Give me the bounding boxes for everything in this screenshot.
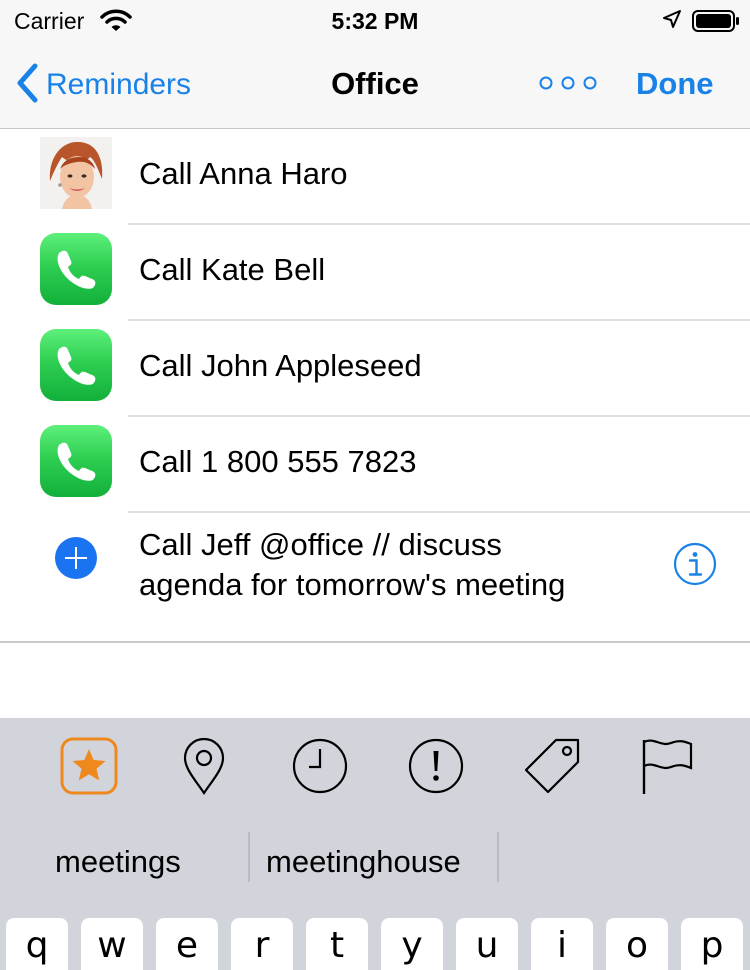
- key-i[interactable]: i: [531, 918, 593, 970]
- chevron-left-icon: [16, 63, 38, 108]
- key-y[interactable]: y: [381, 918, 443, 970]
- reminder-title: Call Kate Bell: [139, 252, 326, 287]
- key-t[interactable]: t: [306, 918, 368, 970]
- flag-icon[interactable]: [636, 736, 696, 796]
- back-button[interactable]: Reminders: [16, 63, 192, 108]
- suggestion-item[interactable]: meetinghouse: [266, 844, 461, 880]
- reminder-title: Call John Appleseed: [139, 348, 422, 383]
- key-u[interactable]: u: [456, 918, 518, 970]
- keyboard: q w e r t y u i o p: [0, 900, 750, 970]
- new-reminder-row: Call Jeff @office // discuss agenda for …: [0, 513, 750, 643]
- suggestion-divider: [497, 832, 499, 882]
- quicktype-suggestions: meetings meetinghouse: [0, 818, 750, 900]
- new-reminder-text-line: Call Jeff @office // discuss: [139, 527, 502, 562]
- navigation-bar: Reminders Office Done: [0, 40, 750, 129]
- new-reminder-text-field[interactable]: Call Jeff @office // discuss agenda for …: [139, 525, 659, 605]
- reminder-row[interactable]: Call Kate Bell: [0, 225, 750, 321]
- location-arrow-icon: [662, 9, 682, 34]
- avatar: [40, 137, 112, 209]
- quick-toolbar: [0, 718, 750, 818]
- suggestion-divider: [248, 832, 250, 882]
- row-divider: [0, 641, 750, 643]
- tag-icon[interactable]: [522, 736, 582, 796]
- info-button[interactable]: [672, 541, 718, 592]
- reminder-title: Call Anna Haro: [139, 156, 348, 191]
- reminder-row[interactable]: Call John Appleseed: [0, 321, 750, 417]
- status-bar: Carrier 5:32 PM: [0, 0, 750, 40]
- reminder-row[interactable]: Call 1 800 555 7823: [0, 417, 750, 513]
- reminder-title: Call 1 800 555 7823: [139, 444, 417, 479]
- key-q[interactable]: q: [6, 918, 68, 970]
- phone-icon: [40, 233, 112, 305]
- more-options-button[interactable]: [536, 70, 600, 101]
- phone-icon: [40, 425, 112, 497]
- location-pin-icon[interactable]: [174, 736, 234, 796]
- battery-icon: [692, 10, 740, 37]
- reminders-list: Call Anna Haro Call Kate Bell Call John …: [0, 129, 750, 643]
- new-reminder-text-line: agenda for tomorrow's meeting: [139, 567, 566, 602]
- add-reminder-button[interactable]: [55, 537, 97, 579]
- clock-icon[interactable]: [290, 736, 350, 796]
- key-o[interactable]: o: [606, 918, 668, 970]
- key-e[interactable]: e: [156, 918, 218, 970]
- star-icon[interactable]: [59, 736, 119, 796]
- key-p[interactable]: p: [681, 918, 743, 970]
- done-button[interactable]: Done: [636, 66, 714, 102]
- suggestion-item[interactable]: meetings: [55, 844, 181, 880]
- priority-icon[interactable]: [406, 736, 466, 796]
- phone-icon: [40, 329, 112, 401]
- key-w[interactable]: w: [81, 918, 143, 970]
- reminder-row[interactable]: Call Anna Haro: [0, 129, 750, 225]
- back-button-label: Reminders: [46, 68, 192, 101]
- clock-time: 5:32 PM: [331, 8, 419, 34]
- key-r[interactable]: r: [231, 918, 293, 970]
